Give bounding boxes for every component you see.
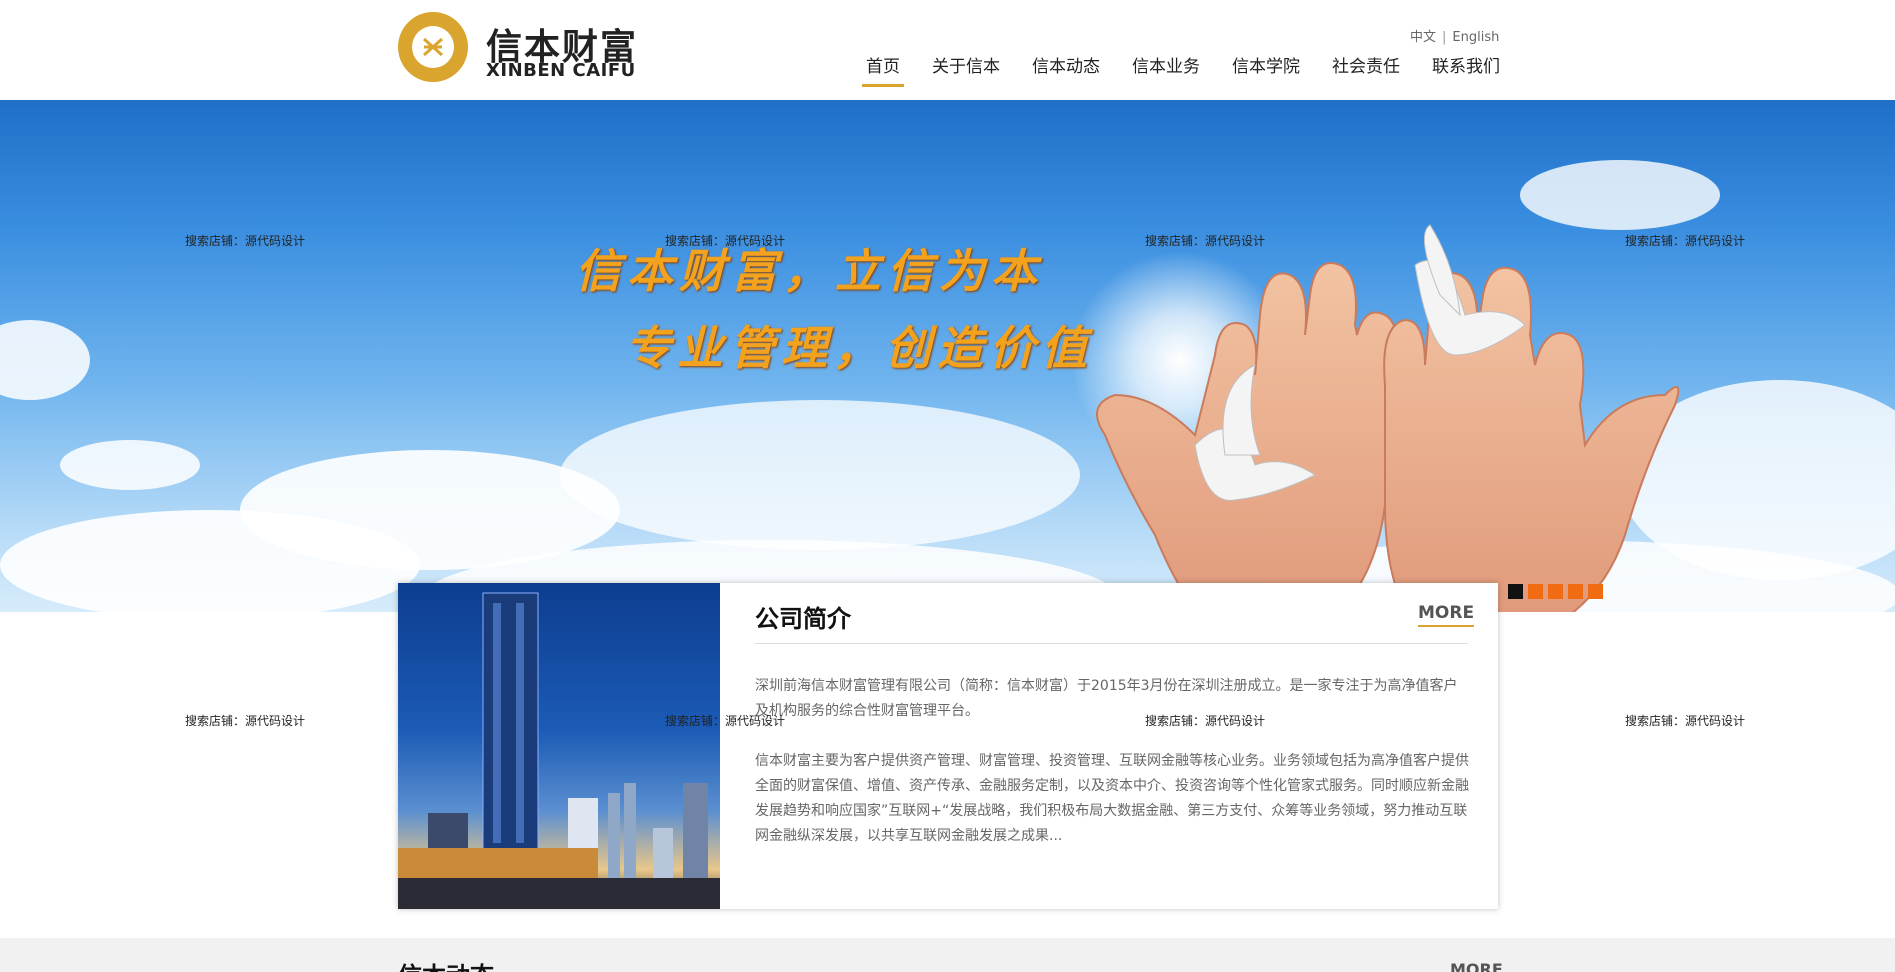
logo-emblem-icon bbox=[398, 12, 468, 82]
company-intro-paragraph-1: 深圳前海信本财富管理有限公司（简称：信本财富）于2015年3月份在深圳注册成立。… bbox=[755, 678, 1458, 719]
banner-slogan-line2: 专业管理，创造价值 bbox=[625, 321, 1093, 375]
company-intro-more-link[interactable]: MORE bbox=[1418, 603, 1475, 627]
cloud-shape bbox=[60, 440, 200, 490]
cloud-shape bbox=[0, 320, 90, 400]
watermark-text: 搜索店铺：源代码设计 bbox=[185, 714, 306, 728]
site-header: 信本财富 XINBEN CAIFU 中文 | English 首页 关于信本 信本动… bbox=[0, 0, 1895, 100]
company-intro-paragraph-2: 信本财富主要为客户提供资产管理、财富管理、投资管理、互联网金融等核心业务。业务领… bbox=[755, 753, 1469, 844]
hands-doves-illustration bbox=[1096, 224, 1680, 612]
news-section-title: 信本动态 bbox=[398, 956, 494, 972]
nav-item-responsibility[interactable]: 社会责任 bbox=[1332, 52, 1400, 77]
watermark-text: 搜索店铺：源代码设计 bbox=[1145, 234, 1266, 248]
hero-banner[interactable]: 信本财富，立信为本 专业管理，创造价值 bbox=[0, 100, 1895, 612]
slider-dot-1[interactable] bbox=[1508, 584, 1523, 599]
main-nav: 首页 关于信本 信本动态 信本业务 信本学院 社会责任 联系我们 bbox=[862, 52, 1500, 87]
logo-text-en: XINBEN CAIFU bbox=[486, 60, 636, 81]
lang-en-link[interactable]: English bbox=[1452, 30, 1499, 45]
watermark-text: 搜索店铺：源代码设计 bbox=[185, 234, 306, 248]
news-more-link[interactable]: MORE bbox=[1450, 960, 1503, 972]
slider-dot-4[interactable] bbox=[1568, 584, 1583, 599]
banner-slogan-line1: 信本财富，立信为本 bbox=[575, 244, 1043, 298]
slider-dot-2[interactable] bbox=[1528, 584, 1543, 599]
nav-item-about[interactable]: 关于信本 bbox=[932, 52, 1000, 77]
slider-pagination bbox=[1508, 584, 1608, 599]
lang-cn-link[interactable]: 中文 bbox=[1410, 30, 1436, 45]
lang-separator: | bbox=[1442, 30, 1447, 45]
company-intro-title: 公司简介 bbox=[755, 605, 851, 633]
watermark-text: 搜索店铺：源代码设计 bbox=[665, 714, 786, 728]
news-section: 信本动态 MORE bbox=[0, 938, 1895, 972]
slider-dot-3[interactable] bbox=[1548, 584, 1563, 599]
language-switcher: 中文 | English bbox=[1410, 26, 1499, 45]
site-logo[interactable]: 信本财富 XINBEN CAIFU bbox=[398, 12, 636, 88]
nav-item-academy[interactable]: 信本学院 bbox=[1232, 52, 1300, 77]
nav-item-news[interactable]: 信本动态 bbox=[1032, 52, 1100, 77]
slider-dot-5[interactable] bbox=[1588, 584, 1603, 599]
watermark-text: 搜索店铺：源代码设计 bbox=[1625, 234, 1746, 248]
nav-item-contact[interactable]: 联系我们 bbox=[1432, 52, 1500, 77]
divider bbox=[755, 643, 1468, 644]
watermark-text: 搜索店铺：源代码设计 bbox=[665, 234, 786, 248]
nav-item-home[interactable]: 首页 bbox=[862, 52, 904, 87]
nav-item-business[interactable]: 信本业务 bbox=[1132, 52, 1200, 77]
cloud-shape bbox=[560, 400, 1080, 550]
company-intro-card: 公司简介 MORE 深圳前海信本财富管理有限公司（简称：信本财富）于2015年3… bbox=[398, 583, 1498, 909]
watermark-text: 搜索店铺：源代码设计 bbox=[1625, 714, 1746, 728]
city-skyline-image bbox=[398, 583, 720, 909]
watermark-text: 搜索店铺：源代码设计 bbox=[1145, 714, 1266, 728]
